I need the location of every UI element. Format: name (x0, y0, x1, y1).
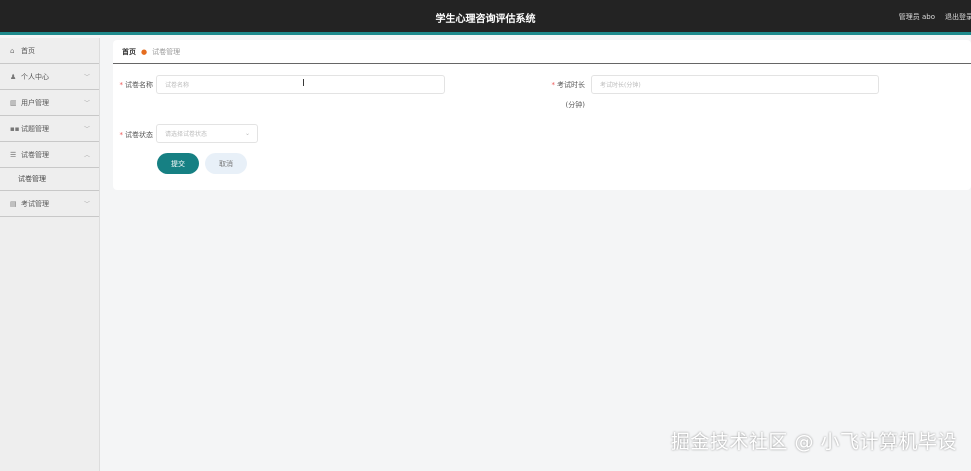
sidebar-item-profile[interactable]: ♟ 个人中心 ﹀ (0, 64, 99, 90)
list-icon: ☰ (10, 150, 17, 159)
sidebar-subitem-papers[interactable]: 试卷管理 (0, 168, 99, 191)
chevron-down-icon: ﹀ (83, 74, 90, 81)
chevron-down-icon: ﹀ (83, 126, 90, 133)
duration-input[interactable]: 考试时长(分钟) (591, 75, 879, 94)
sidebar-item-users[interactable]: ▥ 用户管理 ﹀ (0, 90, 99, 116)
exam-icon: ▤ (10, 199, 17, 208)
breadcrumb-home[interactable]: 首页 (122, 47, 136, 57)
paper-status-select[interactable]: 请选择试卷状态 ⌄ (156, 124, 258, 143)
chevron-down-icon: ⌄ (244, 130, 250, 137)
select-placeholder: 请选择试卷状态 (165, 131, 208, 138)
duration-label: * 考试时长 (551, 81, 586, 89)
duration-unit-label: (分钟) (565, 101, 585, 109)
sidebar-item-label: 个人中心 (21, 72, 49, 81)
paper-status-label: * 试卷状态 (119, 131, 154, 139)
sidebar-item-label: 考试管理 (21, 199, 49, 208)
chevron-up-icon: ︿ (83, 152, 90, 159)
submit-button[interactable]: 提交 (157, 153, 199, 174)
sidebar-item-questions[interactable]: ▪▪ 试题管理 ﹀ (0, 116, 99, 142)
sidebar-item-label: 试题管理 (21, 124, 49, 133)
sidebar-item-papers[interactable]: ☰ 试卷管理 ︿ (0, 142, 99, 168)
grid-icon: ▪▪ (10, 124, 20, 133)
breadcrumb-separator-icon: ● (141, 47, 148, 56)
logout-link[interactable]: 退出登录 (945, 12, 971, 22)
breadcrumb-current: 试卷管理 (152, 47, 181, 56)
home-icon: ⌂ (10, 46, 15, 55)
sidebar-item-label: 试卷管理 (21, 150, 49, 159)
sidebar-item-exams[interactable]: ▤ 考试管理 ﹀ (0, 191, 99, 217)
app-title: 学生心理咨询评估系统 (435, 14, 536, 25)
breadcrumb: 首页 ● 试卷管理 (113, 40, 971, 64)
sidebar-item-home[interactable]: ⌂ 首页 (0, 38, 99, 64)
paper-name-input[interactable]: 试卷名称 (156, 75, 445, 94)
chevron-down-icon: ﹀ (83, 201, 90, 208)
user-label: 管理员 abo (898, 13, 935, 21)
cancel-button[interactable]: 取消 (205, 153, 247, 174)
sidebar-item-label: 首页 (21, 46, 35, 55)
top-header: 学生心理咨询评估系统 管理员 abo 退出登录 (0, 0, 971, 35)
form-card: 首页 ● 试卷管理 * 试卷名称 试卷名称 * 考试时长 (分钟) 考试时长(分钟)… (113, 40, 971, 190)
chevron-down-icon: ﹀ (83, 100, 90, 107)
sidebar: ⌂ 首页 ♟ 个人中心 ﹀ ▥ 用户管理 ﹀ ▪▪ 试题管理 ﹀ ☰ 试卷管理 ︿ 试卷管理 ▤ 考… (0, 38, 100, 471)
sidebar-item-label: 用户管理 (21, 98, 49, 107)
watermark: 掘金技术社区 @ 小飞计算机毕设 (670, 431, 957, 453)
paper-name-label: * 试卷名称 (119, 81, 154, 89)
user-icon: ♟ (10, 72, 17, 81)
users-icon: ▥ (10, 98, 17, 107)
text-cursor-icon: I (302, 78, 305, 89)
